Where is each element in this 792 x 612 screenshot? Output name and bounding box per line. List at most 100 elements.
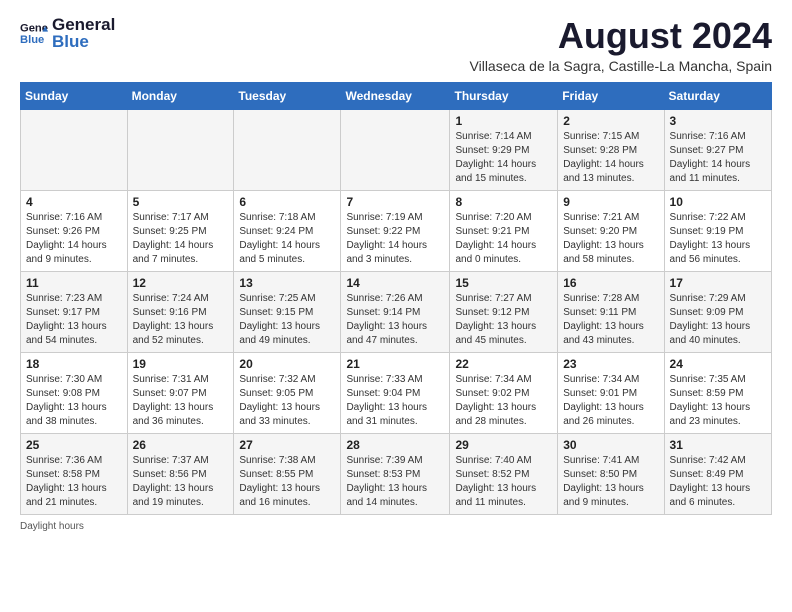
day-info: Sunrise: 7:15 AMSunset: 9:28 PMDaylight:… xyxy=(563,130,658,186)
day-number: 11 xyxy=(26,276,122,290)
day-info: Sunrise: 7:28 AMSunset: 9:11 PMDaylight:… xyxy=(563,292,658,348)
calendar-cell: 5 Sunrise: 7:17 AMSunset: 9:25 PMDaylight… xyxy=(127,190,234,271)
day-number: 2 xyxy=(563,114,658,128)
day-number: 26 xyxy=(133,438,229,452)
calendar-cell: 20Sunrise: 7:32 AMSunset: 9:05 PMDayligh… xyxy=(234,352,341,433)
logo-icon: General Blue xyxy=(20,19,48,47)
calendar-cell: 25 Sunrise: 7:36 AMSunset: 8:58 PMDayligh… xyxy=(21,433,128,514)
col-thursday: Thursday xyxy=(450,82,558,109)
calendar-cell xyxy=(21,109,128,190)
svg-text:Blue: Blue xyxy=(20,34,44,46)
day-info: Sunrise: 7:18 AMSunset: 9:24 PMDaylight:… xyxy=(239,211,335,267)
day-info: Sunrise: 7:33 AMSunset: 9:04 PMDaylight:… xyxy=(346,373,444,429)
calendar-cell: 29Sunrise: 7:40 AMSunset: 8:52 PMDayligh… xyxy=(450,433,558,514)
day-number: 3 xyxy=(670,114,766,128)
day-number: 31 xyxy=(670,438,766,452)
day-info: Sunrise: 7:32 AMSunset: 9:05 PMDaylight:… xyxy=(239,373,335,429)
col-saturday: Saturday xyxy=(664,82,771,109)
day-info: Sunrise: 7:34 AMSunset: 9:02 PMDaylight:… xyxy=(455,373,552,429)
calendar-cell: 4 Sunrise: 7:16 AMSunset: 9:26 PMDaylight… xyxy=(21,190,128,271)
calendar-cell: 31 Sunrise: 7:42 AMSunset: 8:49 PMDayligh… xyxy=(664,433,771,514)
day-info: Sunrise: 7:42 AMSunset: 8:49 PMDaylight:… xyxy=(670,454,766,510)
week-row-2: 4 Sunrise: 7:16 AMSunset: 9:26 PMDaylight… xyxy=(21,190,772,271)
footer-note: Daylight hours xyxy=(20,521,772,532)
day-number: 5 xyxy=(133,195,229,209)
calendar-cell: 2 Sunrise: 7:15 AMSunset: 9:28 PMDaylight… xyxy=(558,109,664,190)
col-wednesday: Wednesday xyxy=(341,82,450,109)
calendar-cell: 18 Sunrise: 7:30 AMSunset: 9:08 PMDayligh… xyxy=(21,352,128,433)
week-row-5: 25 Sunrise: 7:36 AMSunset: 8:58 PMDayligh… xyxy=(21,433,772,514)
calendar-cell: 17 Sunrise: 7:29 AMSunset: 9:09 PMDayligh… xyxy=(664,271,771,352)
day-info: Sunrise: 7:39 AMSunset: 8:53 PMDaylight:… xyxy=(346,454,444,510)
calendar-cell: 1 Sunrise: 7:14 AMSunset: 9:29 PMDaylight… xyxy=(450,109,558,190)
calendar-header: Sunday Monday Tuesday Wednesday Thursday… xyxy=(21,82,772,109)
calendar-cell xyxy=(234,109,341,190)
subtitle: Villaseca de la Sagra, Castille-La Manch… xyxy=(470,58,772,74)
main-title: August 2024 xyxy=(470,16,772,56)
day-info: Sunrise: 7:21 AMSunset: 9:20 PMDaylight:… xyxy=(563,211,658,267)
day-info: Sunrise: 7:37 AMSunset: 8:56 PMDaylight:… xyxy=(133,454,229,510)
day-info: Sunrise: 7:17 AMSunset: 9:25 PMDaylight:… xyxy=(133,211,229,267)
calendar-cell: 11 Sunrise: 7:23 AMSunset: 9:17 PMDayligh… xyxy=(21,271,128,352)
calendar-cell: 19 Sunrise: 7:31 AMSunset: 9:07 PMDayligh… xyxy=(127,352,234,433)
day-number: 30 xyxy=(563,438,658,452)
day-info: Sunrise: 7:36 AMSunset: 8:58 PMDaylight:… xyxy=(26,454,122,510)
calendar-cell: 13 Sunrise: 7:25 AMSunset: 9:15 PMDayligh… xyxy=(234,271,341,352)
title-block: August 2024 Villaseca de la Sagra, Casti… xyxy=(470,16,772,74)
day-number: 15 xyxy=(455,276,552,290)
logo-text-block: General Blue xyxy=(52,16,115,50)
day-number: 19 xyxy=(133,357,229,371)
day-info: Sunrise: 7:25 AMSunset: 9:15 PMDaylight:… xyxy=(239,292,335,348)
day-number: 28 xyxy=(346,438,444,452)
week-row-3: 11 Sunrise: 7:23 AMSunset: 9:17 PMDayligh… xyxy=(21,271,772,352)
day-info: Sunrise: 7:40 AMSunset: 8:52 PMDaylight:… xyxy=(455,454,552,510)
calendar-cell: 30 Sunrise: 7:41 AMSunset: 8:50 PMDayligh… xyxy=(558,433,664,514)
logo: General Blue General Blue xyxy=(20,16,115,50)
calendar-cell: 15 Sunrise: 7:27 AMSunset: 9:12 PMDayligh… xyxy=(450,271,558,352)
day-info: Sunrise: 7:16 AMSunset: 9:26 PMDaylight:… xyxy=(26,211,122,267)
calendar-cell: 8 Sunrise: 7:20 AMSunset: 9:21 PMDaylight… xyxy=(450,190,558,271)
day-number: 4 xyxy=(26,195,122,209)
col-monday: Monday xyxy=(127,82,234,109)
day-info: Sunrise: 7:19 AMSunset: 9:22 PMDaylight:… xyxy=(346,211,444,267)
day-number: 17 xyxy=(670,276,766,290)
day-info: Sunrise: 7:30 AMSunset: 9:08 PMDaylight:… xyxy=(26,373,122,429)
calendar-cell: 24 Sunrise: 7:35 AMSunset: 8:59 PMDayligh… xyxy=(664,352,771,433)
col-tuesday: Tuesday xyxy=(234,82,341,109)
logo-line1: General xyxy=(52,16,115,33)
day-info: Sunrise: 7:16 AMSunset: 9:27 PMDaylight:… xyxy=(670,130,766,186)
day-info: Sunrise: 7:31 AMSunset: 9:07 PMDaylight:… xyxy=(133,373,229,429)
day-info: Sunrise: 7:34 AMSunset: 9:01 PMDaylight:… xyxy=(563,373,658,429)
day-info: Sunrise: 7:29 AMSunset: 9:09 PMDaylight:… xyxy=(670,292,766,348)
header-row: Sunday Monday Tuesday Wednesday Thursday… xyxy=(21,82,772,109)
calendar-cell: 9Sunrise: 7:21 AMSunset: 9:20 PMDaylight… xyxy=(558,190,664,271)
calendar-cell: 7Sunrise: 7:19 AMSunset: 9:22 PMDaylight… xyxy=(341,190,450,271)
day-number: 16 xyxy=(563,276,658,290)
day-info: Sunrise: 7:20 AMSunset: 9:21 PMDaylight:… xyxy=(455,211,552,267)
day-number: 8 xyxy=(455,195,552,209)
calendar-cell: 23Sunrise: 7:34 AMSunset: 9:01 PMDayligh… xyxy=(558,352,664,433)
day-number: 13 xyxy=(239,276,335,290)
day-number: 1 xyxy=(455,114,552,128)
day-info: Sunrise: 7:23 AMSunset: 9:17 PMDaylight:… xyxy=(26,292,122,348)
day-info: Sunrise: 7:41 AMSunset: 8:50 PMDaylight:… xyxy=(563,454,658,510)
calendar-cell: 16 Sunrise: 7:28 AMSunset: 9:11 PMDayligh… xyxy=(558,271,664,352)
calendar-cell xyxy=(341,109,450,190)
calendar-cell: 26 Sunrise: 7:37 AMSunset: 8:56 PMDayligh… xyxy=(127,433,234,514)
day-info: Sunrise: 7:26 AMSunset: 9:14 PMDaylight:… xyxy=(346,292,444,348)
calendar-table: Sunday Monday Tuesday Wednesday Thursday… xyxy=(20,82,772,515)
day-info: Sunrise: 7:35 AMSunset: 8:59 PMDaylight:… xyxy=(670,373,766,429)
calendar-cell: 27Sunrise: 7:38 AMSunset: 8:55 PMDayligh… xyxy=(234,433,341,514)
calendar-cell: 12Sunrise: 7:24 AMSunset: 9:16 PMDayligh… xyxy=(127,271,234,352)
day-info: Sunrise: 7:27 AMSunset: 9:12 PMDaylight:… xyxy=(455,292,552,348)
day-number: 14 xyxy=(346,276,444,290)
day-number: 25 xyxy=(26,438,122,452)
week-row-4: 18 Sunrise: 7:30 AMSunset: 9:08 PMDayligh… xyxy=(21,352,772,433)
week-row-1: 1 Sunrise: 7:14 AMSunset: 9:29 PMDaylight… xyxy=(21,109,772,190)
day-number: 18 xyxy=(26,357,122,371)
calendar-cell: 10Sunrise: 7:22 AMSunset: 9:19 PMDayligh… xyxy=(664,190,771,271)
svg-text:General: General xyxy=(20,23,48,35)
day-info: Sunrise: 7:14 AMSunset: 9:29 PMDaylight:… xyxy=(455,130,552,186)
day-number: 24 xyxy=(670,357,766,371)
day-info: Sunrise: 7:38 AMSunset: 8:55 PMDaylight:… xyxy=(239,454,335,510)
